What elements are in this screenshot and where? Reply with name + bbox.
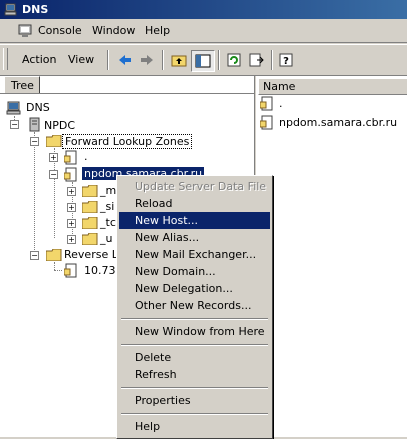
dns-server-icon [4, 3, 17, 16]
export-list-icon [249, 53, 264, 67]
tree-expander[interactable]: + [67, 219, 76, 228]
menu-help-item[interactable]: Help [119, 418, 270, 435]
context-menu: Update Server Data File Reload New Host.… [116, 175, 273, 439]
list-item[interactable]: . [279, 97, 283, 110]
tab-border [0, 93, 254, 94]
svg-text:?: ? [283, 56, 289, 67]
list-item[interactable]: npdom.samara.cbr.ru [279, 116, 397, 129]
menu-delete[interactable]: Delete [119, 349, 270, 366]
tree-expander[interactable]: + [67, 203, 76, 212]
folder-icon [82, 233, 98, 245]
toolbar: Action View ? [0, 44, 407, 76]
title-bar: DNS [0, 0, 407, 19]
zone-icon [64, 167, 77, 182]
menu-new-mail-exchanger[interactable]: New Mail Exchanger... [119, 246, 270, 263]
menu-properties[interactable]: Properties [119, 392, 270, 409]
menu-reload[interactable]: Reload [119, 195, 270, 212]
tree-expander[interactable]: − [10, 120, 19, 129]
tree-line [54, 270, 62, 271]
forward-button[interactable] [136, 50, 158, 70]
tree-expander[interactable]: + [49, 153, 58, 162]
back-button[interactable] [114, 50, 136, 70]
console-icon [18, 24, 32, 37]
menu-new-delegation[interactable]: New Delegation... [119, 280, 270, 297]
action-menu[interactable]: Action [22, 53, 56, 66]
tree-expander[interactable]: − [49, 170, 58, 179]
tree-item-npdc[interactable]: NPDC [44, 119, 75, 132]
help-icon: ? [279, 53, 293, 67]
view-menu[interactable]: View [68, 53, 94, 66]
tree-item-subfolder[interactable]: _m [100, 184, 116, 197]
tab-tree[interactable]: Tree [4, 76, 40, 94]
refresh-button[interactable] [223, 50, 245, 70]
server-icon [29, 117, 40, 132]
export-list-button[interactable] [245, 50, 267, 70]
column-header-label: Name [263, 80, 296, 93]
menu-refresh[interactable]: Refresh [119, 366, 270, 383]
refresh-icon [227, 53, 241, 67]
tree-item-dns[interactable]: DNS [26, 101, 50, 114]
toolbar-separator [162, 50, 164, 70]
toolbar-separator [218, 50, 220, 70]
tree-item-subfolder[interactable]: _tc [100, 216, 116, 229]
toolbar-separator [271, 50, 273, 70]
menu-separator [121, 387, 268, 389]
folder-icon [46, 135, 62, 147]
tree-expander[interactable]: − [30, 251, 39, 260]
menu-bar: Console Window Help [0, 20, 407, 43]
show-hide-tree-button[interactable] [191, 50, 215, 72]
tree-expander[interactable]: + [67, 187, 76, 196]
zone-icon [64, 150, 77, 165]
tree-item-dot-zone[interactable]: . [84, 150, 88, 163]
detail-pane [256, 76, 407, 437]
menu-separator [121, 413, 268, 415]
zone-icon [260, 115, 273, 130]
menu-other-new-records[interactable]: Other New Records... [119, 297, 270, 314]
tab-tree-label: Tree [11, 79, 34, 92]
menu-help[interactable]: Help [145, 24, 170, 37]
up-one-level-button[interactable] [168, 50, 190, 70]
tree-item-forward-lookup-zones[interactable]: Forward Lookup Zones [62, 134, 193, 149]
window-title: DNS [22, 3, 49, 16]
menu-new-window-from-here[interactable]: New Window from Here [119, 323, 270, 340]
tree-line [34, 132, 35, 254]
up-folder-icon [171, 55, 187, 67]
menu-window[interactable]: Window [92, 24, 135, 37]
menu-new-alias[interactable]: New Alias... [119, 229, 270, 246]
forward-arrow-icon [141, 55, 153, 65]
menu-new-host[interactable]: New Host... [119, 212, 270, 229]
column-header-name[interactable]: Name [258, 78, 407, 95]
zone-icon [260, 96, 273, 111]
toolbar-grip[interactable] [3, 48, 8, 70]
tree-expander[interactable]: + [67, 235, 76, 244]
tree-item-reverse-zone[interactable]: 10.73. [84, 264, 119, 277]
help-button[interactable]: ? [276, 50, 298, 70]
toolbar-separator [107, 50, 109, 70]
tree-expander[interactable]: − [30, 137, 39, 146]
zone-icon [64, 263, 77, 278]
folder-icon [46, 249, 62, 261]
menu-console[interactable]: Console [38, 24, 82, 37]
menu-new-domain[interactable]: New Domain... [119, 263, 270, 280]
back-arrow-icon [119, 55, 131, 65]
menu-separator [121, 318, 268, 320]
folder-icon [82, 185, 98, 197]
tree-line [54, 262, 55, 270]
tree-item-subfolder[interactable]: _si [100, 200, 114, 213]
menu-update-server-data-file[interactable]: Update Server Data File [119, 178, 270, 195]
folder-icon [82, 201, 98, 213]
dns-icon [6, 101, 21, 115]
folder-icon [82, 217, 98, 229]
tree-item-subfolder[interactable]: _u [100, 232, 112, 245]
show-hide-tree-icon [195, 54, 211, 68]
menu-separator [121, 344, 268, 346]
